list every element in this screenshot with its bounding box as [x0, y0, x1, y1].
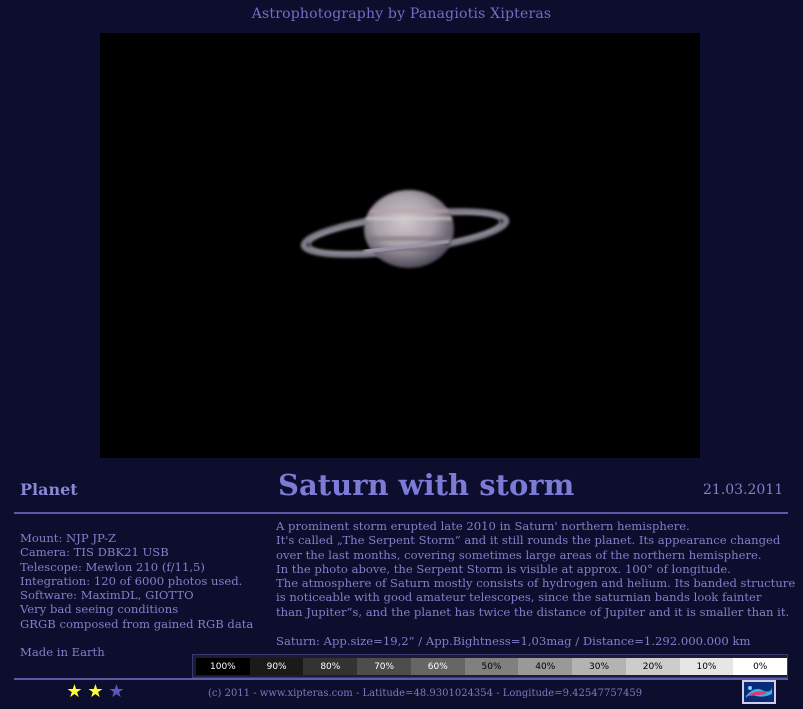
- description-line: In the photo above, the Serpent Storm is…: [276, 561, 731, 576]
- spec-software: Software: MaximDL, GIOTTO: [20, 588, 194, 603]
- brightness-scale: 100% 90% 80% 70% 60% 50% 40% 30% 20% 10% 0%: [192, 654, 788, 678]
- brightness-step: 30%: [572, 658, 626, 675]
- spec-telescope: Telescope: Mewlon 210 (f/11,5): [20, 559, 205, 574]
- star-filled-icon: ★: [87, 681, 104, 702]
- divider-bottom: [14, 678, 788, 680]
- thumbnail-image-icon: [744, 682, 774, 702]
- star-empty-icon: ★: [108, 681, 125, 702]
- brightness-step: 80%: [303, 658, 358, 675]
- photo-date: 21.03.2011: [703, 482, 784, 498]
- site-title: Astrophotography by Panagiotis Xipteras: [251, 6, 552, 22]
- brightness-step: 20%: [625, 658, 680, 675]
- spec-processing: GRGB composed from gained RGB data: [20, 616, 254, 631]
- category-label: Planet: [20, 480, 78, 499]
- brightness-step: 60%: [410, 658, 465, 675]
- brightness-step: 70%: [357, 658, 411, 675]
- brightness-step: 50%: [464, 658, 519, 675]
- brightness-step: 90%: [249, 658, 304, 675]
- footer-copyright: (c) 2011 - www.xipteras.com - Latitude=4…: [208, 688, 643, 699]
- brightness-step: 100%: [196, 658, 250, 675]
- saturn-illustration: [300, 190, 510, 268]
- spec-seeing: Very bad seeing conditions: [20, 602, 179, 617]
- description-line: It's called „The Serpent Storm“ and it s…: [276, 533, 781, 548]
- spec-integration: Integration: 120 of 6000 photos used.: [20, 573, 243, 588]
- brightness-step: 40%: [518, 658, 573, 675]
- page-title: Saturn with storm: [278, 468, 575, 502]
- origin-note: Made in Earth: [20, 645, 105, 659]
- equipment-specs: Mount: NJP JP-Z Camera: TIS DBK21 USB Te…: [20, 531, 270, 631]
- rating-stars: ★ ★ ★: [64, 682, 127, 702]
- thumbnail-link[interactable]: [742, 680, 776, 704]
- brightness-step: 10%: [679, 658, 734, 675]
- description: A prominent storm erupted late 2010 in S…: [276, 519, 796, 619]
- star-filled-icon: ★: [66, 681, 83, 702]
- description-line: The atmosphere of Saturn mostly consists…: [276, 576, 796, 591]
- planet-stats: Saturn: App.size=19,2“ / App.Bightness=1…: [276, 634, 751, 648]
- divider-top: [14, 512, 788, 514]
- description-line: than Jupiter“s, and the planet has twice…: [276, 604, 790, 619]
- description-line: over the last months, covering sometimes…: [276, 547, 762, 562]
- spec-camera: Camera: TIS DBK21 USB: [20, 545, 169, 560]
- description-line: A prominent storm erupted late 2010 in S…: [276, 519, 690, 533]
- spec-mount: Mount: NJP JP-Z: [20, 531, 117, 545]
- description-line: is noticeable with good amateur telescop…: [276, 590, 762, 605]
- brightness-step: 0%: [733, 658, 788, 675]
- saturn-photo: [100, 33, 700, 458]
